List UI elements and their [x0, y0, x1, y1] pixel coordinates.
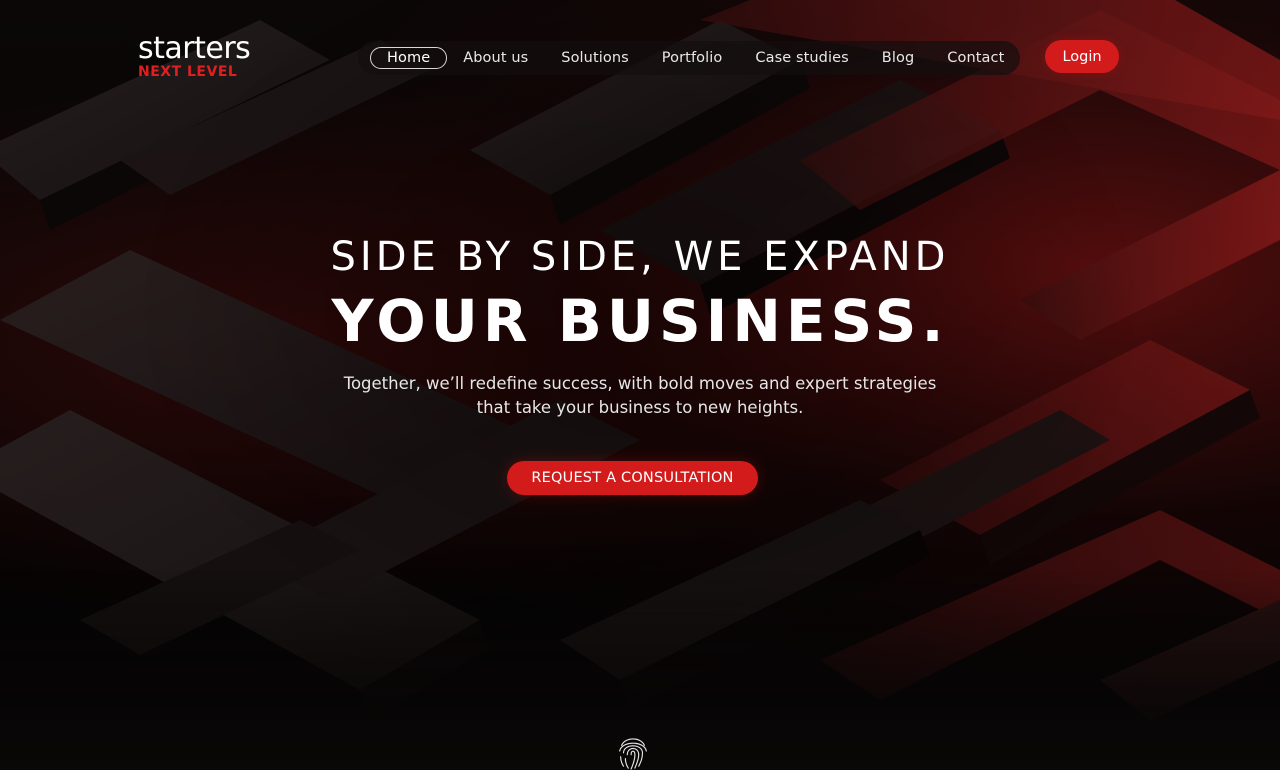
login-button[interactable]: Login [1045, 40, 1119, 73]
nav-item-solutions[interactable]: Solutions [561, 50, 629, 66]
request-consultation-button[interactable]: REQUEST A CONSULTATION [507, 461, 758, 495]
main-nav: Home About us Solutions Portfolio Case s… [358, 41, 1020, 75]
page: starters NEXT LEVEL Home About us Soluti… [0, 0, 1280, 770]
logo-name: starters [138, 31, 251, 66]
brand-logo[interactable]: starters NEXT LEVEL [138, 31, 258, 80]
nav-item-about-us[interactable]: About us [463, 50, 528, 66]
nav-item-blog[interactable]: Blog [882, 50, 914, 66]
nav-item-portfolio[interactable]: Portfolio [662, 50, 723, 66]
hero-headline-line2: YOUR BUSINESS. [331, 287, 949, 355]
fingerprint-icon[interactable] [614, 732, 652, 770]
hero-description: Together, we’ll redefine success, with b… [343, 374, 937, 417]
logo-tagline: NEXT LEVEL [138, 64, 238, 80]
nav-item-contact[interactable]: Contact [947, 50, 1004, 66]
nav-item-home[interactable]: Home [370, 47, 448, 69]
nav-item-case-studies[interactable]: Case studies [755, 50, 848, 66]
hero-headline-line1: SIDE BY SIDE, WE EXPAND [330, 234, 950, 280]
